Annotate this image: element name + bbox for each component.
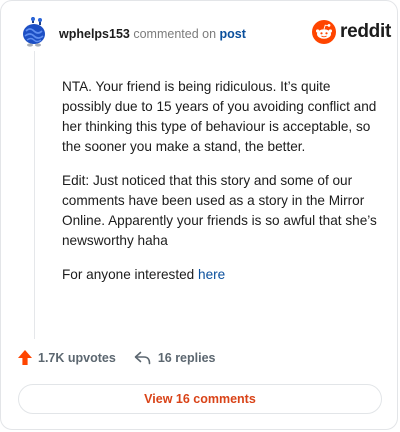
reddit-logo[interactable]: reddit (312, 20, 391, 44)
view-comments-button[interactable]: View 16 comments (18, 384, 382, 414)
arrow-up-icon (18, 350, 32, 365)
comment-body: NTA. Your friend is being ridiculous. It… (62, 77, 382, 299)
reply-arrow-icon (134, 351, 151, 364)
commented-on-text: commented on (133, 27, 217, 41)
upvotes-count: 1.7K upvotes (38, 350, 116, 365)
comment-header: wphelps153 commented on post (59, 26, 246, 42)
comment-paragraph-1: NTA. Your friend is being ridiculous. It… (62, 79, 377, 154)
comment-paragraph-2: Edit: Just noticed that this story and s… (62, 173, 377, 248)
comment-paragraph-3-text: For anyone interested (62, 267, 195, 282)
comment-footer: 1.7K upvotes 16 replies (17, 349, 216, 366)
thread-line (34, 51, 35, 339)
username-link[interactable]: wphelps153 (59, 27, 130, 41)
post-link[interactable]: post (220, 27, 246, 41)
embedded-comment-card: wphelps153 commented on post reddit NTA.… (0, 0, 398, 430)
reddit-wordmark: reddit (340, 21, 391, 42)
upvotes[interactable]: 1.7K upvotes (17, 349, 116, 366)
replies-count: 16 replies (157, 350, 216, 365)
replies[interactable]: 16 replies (134, 351, 216, 365)
avatar[interactable] (21, 17, 47, 47)
comment-paragraph-3: For anyone interested here (62, 265, 382, 285)
reddit-snoo-icon (312, 20, 336, 44)
here-link[interactable]: here (198, 267, 225, 282)
